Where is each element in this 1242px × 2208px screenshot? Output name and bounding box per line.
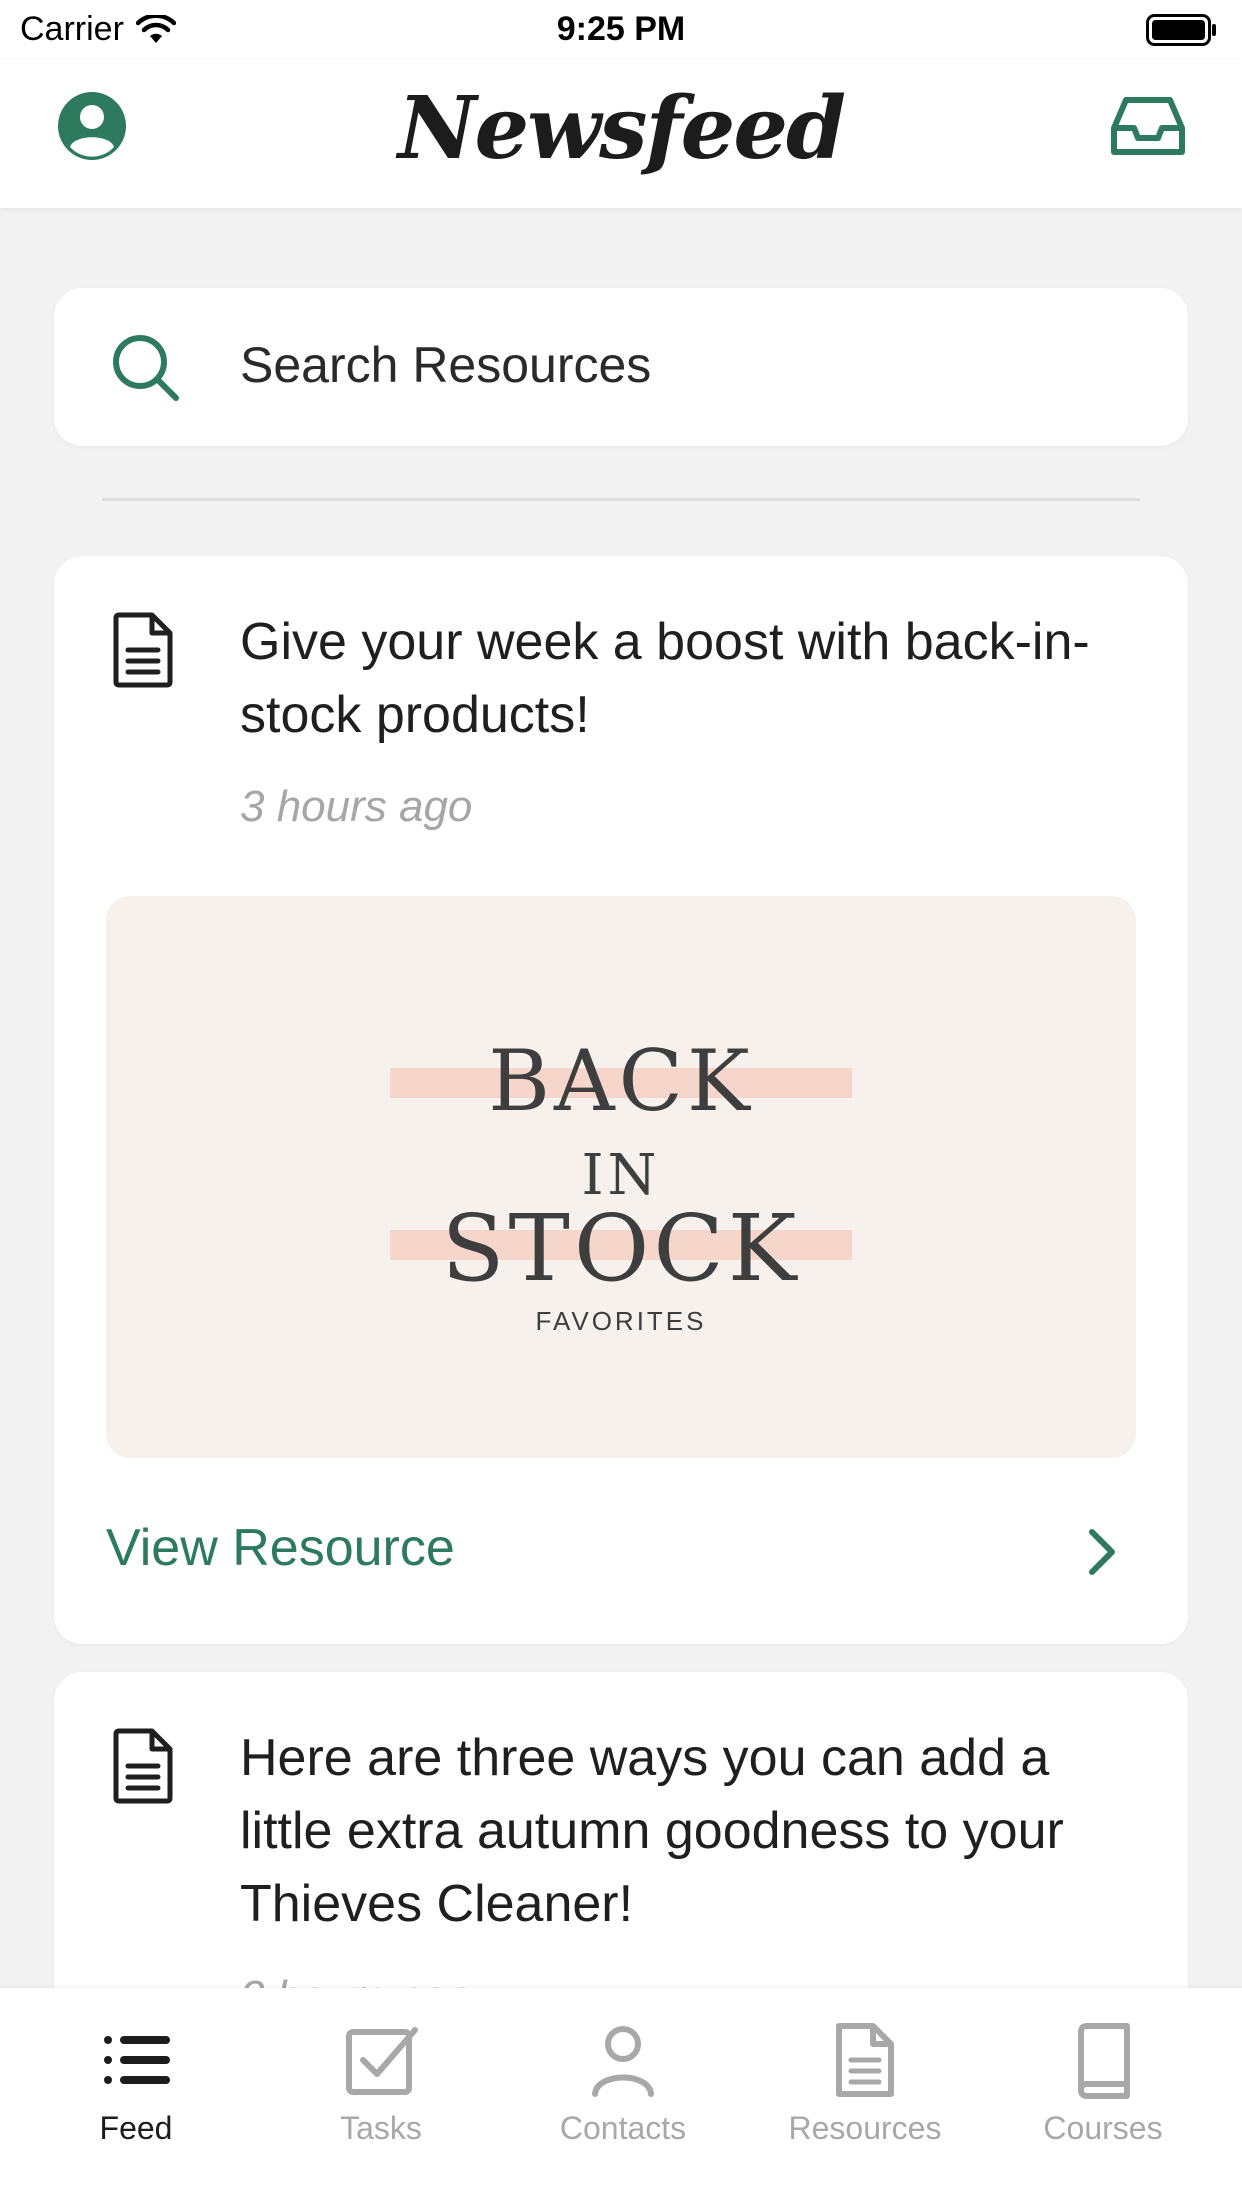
- tab-label: Contacts: [559, 2110, 687, 2146]
- status-time: 9:25 PM: [556, 10, 686, 48]
- page-title: Newsfeed: [397, 78, 846, 179]
- tab-label: Resources: [788, 2110, 942, 2146]
- feed-card-image[interactable]: BACK IN STOCK FAVORITES: [106, 896, 1136, 1458]
- tab-bar: Feed Tasks Contacts Resources Courses: [0, 1988, 1242, 2208]
- tab-label: Courses: [1043, 2110, 1163, 2146]
- graphic-line-back: BACK: [488, 1032, 753, 1130]
- document-icon: [113, 1728, 173, 1804]
- graphic-line-favorites: FAVORITES: [536, 1306, 707, 1336]
- navigation-bar: Newsfeed: [0, 60, 1242, 208]
- battery-icon: [1146, 14, 1216, 46]
- inbox-icon[interactable]: [1110, 94, 1186, 158]
- feed-card-title: Give your week a boost with back-in-stoc…: [240, 613, 1090, 744]
- tab-label: Tasks: [340, 2110, 422, 2146]
- newsfeed-screen: Carrier 9:25 PM Newsfeed Search Resource…: [0, 0, 1242, 2208]
- feed-card[interactable]: Give your week a boost with back-in-stoc…: [54, 556, 1188, 1644]
- section-divider: [102, 498, 1140, 501]
- tab-courses[interactable]: Courses: [979, 1988, 1227, 2208]
- checkbox-icon: [346, 2027, 418, 2095]
- feed-card-title: Here are three ways you can add a little…: [240, 1729, 1064, 1933]
- status-bar: Carrier 9:25 PM: [0, 0, 1242, 60]
- person-icon: [592, 2026, 654, 2097]
- tab-label: Feed: [99, 2110, 173, 2146]
- tab-tasks[interactable]: Tasks: [257, 1988, 505, 2208]
- graphic-line-stock: STOCK: [442, 1195, 801, 1302]
- tab-feed[interactable]: Feed: [12, 1988, 260, 2208]
- chevron-right-icon[interactable]: [1082, 1524, 1122, 1580]
- book-icon: [1078, 2023, 1130, 2099]
- search-icon: [113, 335, 179, 401]
- tab-resources[interactable]: Resources: [741, 1988, 989, 2208]
- search-placeholder: Search Resources: [240, 337, 652, 393]
- tab-contacts[interactable]: Contacts: [499, 1988, 747, 2208]
- feed-card-timestamp: 3 hours ago: [240, 782, 473, 831]
- document-icon: [836, 2023, 894, 2097]
- search-bar[interactable]: Search Resources: [54, 288, 1188, 446]
- list-icon: [104, 2036, 170, 2084]
- back-in-stock-graphic: BACK IN STOCK FAVORITES: [390, 1032, 852, 1336]
- document-icon: [113, 612, 173, 688]
- view-resource-link[interactable]: View Resource: [106, 1518, 455, 1578]
